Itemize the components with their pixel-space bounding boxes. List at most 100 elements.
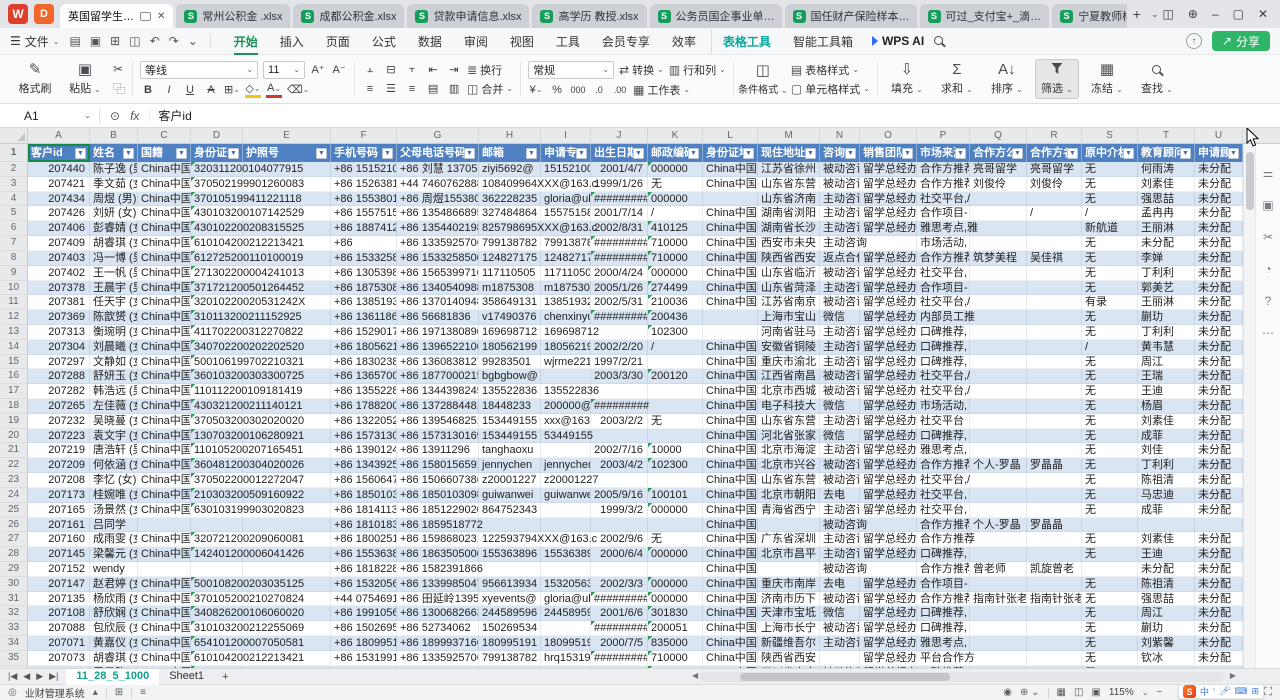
cell-D35[interactable]: 610104200212213421 — [191, 651, 243, 666]
cell-T20[interactable]: 成菲 — [1138, 429, 1195, 444]
row-number[interactable]: 16 — [0, 369, 28, 384]
cell-P4[interactable]: 社交平台,/ — [917, 192, 970, 207]
cell-P23[interactable]: 社交平台,/ — [917, 473, 970, 488]
cell-J34[interactable]: 2000/7/5 — [591, 636, 648, 651]
cell-L19[interactable]: China中国 — [703, 414, 758, 429]
cell-F19[interactable]: +86 13220522 — [331, 414, 397, 429]
column-header-P[interactable]: P — [917, 128, 970, 143]
cell-U28[interactable]: 未分配 — [1195, 547, 1243, 562]
cell-E24[interactable] — [243, 488, 331, 503]
decrease-indent-icon[interactable]: ⇤ — [425, 62, 441, 78]
cell-K6[interactable]: 410125 — [648, 221, 703, 236]
cell-K17[interactable] — [648, 384, 703, 399]
menu-item-公式[interactable]: 公式 — [361, 29, 407, 54]
cell-R33[interactable] — [1027, 621, 1082, 636]
row-number[interactable]: 15 — [0, 355, 28, 370]
cell-U2[interactable]: 未分配 — [1195, 162, 1243, 177]
cell-H19[interactable]: 153449155 — [479, 414, 541, 429]
mic-icon[interactable]: 🎤︎ — [1219, 686, 1230, 697]
file-tab[interactable]: S公务员国企事业单… — [650, 4, 782, 28]
filter-dropdown-icon[interactable]: ▼ — [805, 148, 816, 159]
cell-G25[interactable]: +86 1851229020 — [397, 503, 479, 518]
cell-F14[interactable]: +86 18056219 — [331, 340, 397, 355]
cell-N34[interactable]: 主动咨询 — [820, 636, 860, 651]
cell-B26[interactable]: 吕同学 — [90, 518, 138, 533]
cell-Q7[interactable] — [970, 236, 1027, 251]
print-icon[interactable]: ⊞ — [110, 34, 120, 48]
cell-M23[interactable]: 山东省东营 — [758, 473, 820, 488]
horizontal-scrollbar[interactable] — [700, 672, 1224, 682]
menu-item-表格工具[interactable]: 表格工具 — [711, 29, 782, 54]
cell-A16[interactable]: 207288 — [28, 369, 90, 384]
cell-N4[interactable]: 主动咨询 — [820, 192, 860, 207]
cell-C9[interactable]: China中国 — [138, 266, 191, 281]
cell-D14[interactable]: 340702200202202520 — [191, 340, 243, 355]
cell-U23[interactable]: 未分配 — [1195, 473, 1243, 488]
cell-U13[interactable]: 未分配 — [1195, 325, 1243, 340]
cell-S33[interactable]: 无 — [1082, 621, 1138, 636]
cell-R19[interactable] — [1027, 414, 1082, 429]
cell-J16[interactable]: 2003/3/30 — [591, 369, 648, 384]
filter-dropdown-icon[interactable]: ▼ — [526, 148, 537, 159]
cell-U19[interactable]: 未分配 — [1195, 414, 1243, 429]
header-cell-O[interactable]: 销售团队▼ — [860, 144, 917, 162]
cell-A21[interactable]: 207219 — [28, 443, 90, 458]
cell-B30[interactable]: 赵君婷 (女 — [90, 577, 138, 592]
cell-U16[interactable]: 未分配 — [1195, 369, 1243, 384]
cell-L17[interactable]: China中国 — [703, 384, 758, 399]
cell-Q28[interactable] — [970, 547, 1027, 562]
cell-K22[interactable]: 102300 — [648, 458, 703, 473]
column-header-K[interactable]: K — [648, 128, 703, 143]
first-sheet-icon[interactable]: |◀ — [8, 671, 17, 682]
cell-J20[interactable] — [591, 429, 648, 444]
cell-J23[interactable] — [591, 473, 648, 488]
cell-I22[interactable]: jennychen — [541, 458, 591, 473]
cell-J28[interactable]: 2000/6/4 — [591, 547, 648, 562]
freeze-panes-button[interactable]: ▦冻结 ⌄ — [1085, 60, 1129, 98]
cell-B3[interactable]: 季文茹 (女 — [90, 177, 138, 192]
cell-F23[interactable]: +86 15606475 — [331, 473, 397, 488]
cell-U35[interactable]: 未分配 — [1195, 651, 1243, 666]
cell-C10[interactable]: China中国 — [138, 281, 191, 296]
cell-D7[interactable]: 610104200212213421 — [191, 236, 243, 251]
cell-C18[interactable]: China中国 — [138, 399, 191, 414]
align-center-icon[interactable]: ☰ — [383, 81, 399, 97]
cell-L33[interactable]: China中国 — [703, 621, 758, 636]
cell-S5[interactable]: / — [1082, 206, 1138, 221]
cell-E27[interactable] — [243, 532, 331, 547]
cell-U18[interactable]: 未分配 — [1195, 399, 1243, 414]
file-tab[interactable]: S宁夏教师样本.xlsx — [1052, 4, 1127, 28]
zoom-chevron-icon[interactable]: ⌄ — [1142, 688, 1149, 697]
cell-D33[interactable]: 310103200212255069 — [191, 621, 243, 636]
cut-icon[interactable]: ✂ — [113, 62, 125, 76]
record-icon[interactable]: ⊕ ⌄ — [1020, 687, 1040, 698]
cell-J8[interactable]: ######### — [591, 251, 648, 266]
cell-C33[interactable]: China中国 — [138, 621, 191, 636]
fx-icon[interactable]: fx — [130, 109, 139, 123]
cell-R7[interactable] — [1027, 236, 1082, 251]
cell-A18[interactable]: 207265 — [28, 399, 90, 414]
cell-L14[interactable]: China中国 — [703, 340, 758, 355]
cell-M2[interactable]: 江苏省徐州 — [758, 162, 820, 177]
cell-O28[interactable]: 留学总经办 — [860, 547, 917, 562]
app-entry-icon[interactable]: ◎ — [8, 687, 17, 698]
cell-I29[interactable] — [541, 562, 591, 577]
currency-format-icon[interactable]: ¥ ⌄ — [528, 82, 544, 98]
cell-E4[interactable] — [243, 192, 331, 207]
row-number[interactable]: 27 — [0, 532, 28, 547]
cell-U12[interactable]: 未分配 — [1195, 310, 1243, 325]
cell-I25[interactable] — [541, 503, 591, 518]
cell-M22[interactable]: 北京市兴谷 — [758, 458, 820, 473]
cell-P22[interactable]: 合作方推荐 — [917, 458, 970, 473]
globe-icon[interactable]: ⊕ — [1188, 8, 1198, 20]
cell-I20[interactable]: 53449155 — [541, 429, 591, 444]
cell-M24[interactable]: 北京市朝阳 — [758, 488, 820, 503]
column-header-F[interactable]: F — [331, 128, 397, 143]
cell-M32[interactable]: 天津市宝坻 — [758, 606, 820, 621]
filter-dropdown-icon[interactable]: ▼ — [633, 148, 644, 159]
cell-S23[interactable]: 无 — [1082, 473, 1138, 488]
header-cell-L[interactable]: 身份证地▼ — [703, 144, 758, 162]
cell-B2[interactable]: 陈子逸 (男 — [90, 162, 138, 177]
filter-dropdown-icon[interactable]: ▼ — [743, 148, 754, 159]
cell-B23[interactable]: 李忆 (女) — [90, 473, 138, 488]
